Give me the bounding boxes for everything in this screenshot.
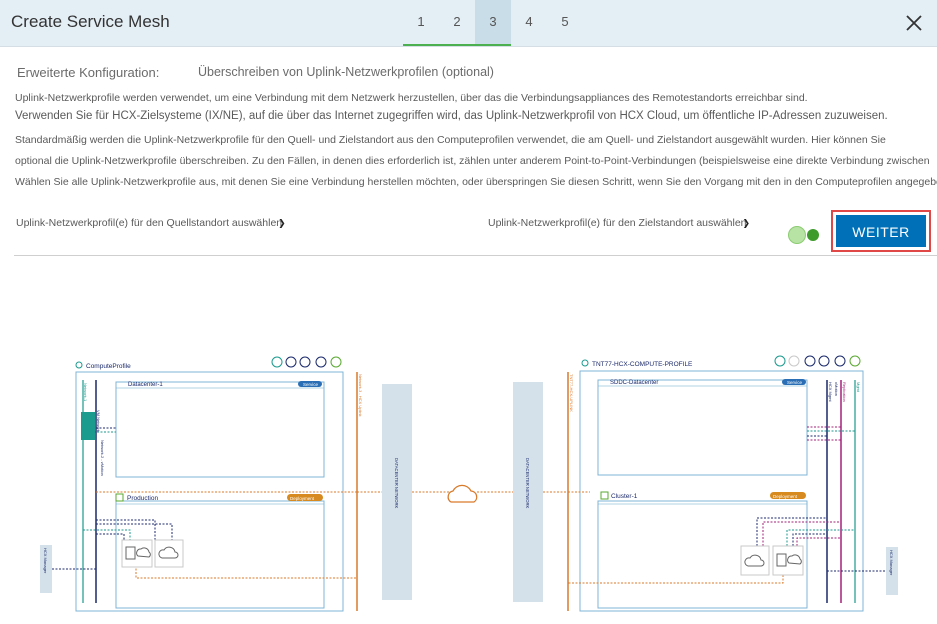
target-uplink-selector[interactable]: Uplink-Netzwerkprofil(e) für den Zielsta… — [488, 217, 750, 229]
left-net-label-2: VM Network — [96, 410, 101, 432]
description-line-3: Standardmäßig werden die Uplink-Netzwerk… — [15, 134, 886, 146]
left-net-label-4: Network-3 - HCX Uplink — [358, 374, 363, 416]
right-service-badge: Service — [787, 380, 803, 385]
step-3-active[interactable]: 3 — [475, 0, 511, 46]
right-net-label-1: TNT77-HCX-UPLINK — [569, 374, 574, 412]
target-uplink-label: Uplink-Netzwerkprofil(e) für den Zielsta… — [488, 217, 747, 229]
right-compute-profile-box — [579, 370, 864, 612]
right-net-label-3: vMotion — [834, 382, 839, 396]
next-button-highlight: WEITER — [831, 210, 931, 252]
left-net-label-1: Network-1 — [83, 383, 88, 402]
section-value: Überschreiben von Uplink-Netzwerkprofile… — [198, 65, 494, 79]
right-deployment-badge: Deployment — [773, 494, 798, 499]
chevron-down-icon: ❯ — [742, 218, 751, 228]
right-profile-label: TNT77-HCX-COMPUTE-PROFILE — [592, 361, 693, 368]
step-5[interactable]: 5 — [547, 0, 583, 46]
left-service-icons — [271, 356, 342, 368]
left-dc-network-label: DATACENTER NETWORK — [394, 458, 399, 509]
left-cluster-label: Production — [127, 495, 158, 502]
description-line-1: Uplink-Netzwerkprofile werden verwendet,… — [15, 92, 808, 104]
next-button[interactable]: WEITER — [836, 215, 926, 247]
source-uplink-label: Uplink-Netzwerkprofil(e) für den Quellst… — [16, 217, 283, 229]
right-service-icons — [774, 355, 861, 367]
right-net-label-2: HCX Mgmt — [828, 382, 833, 402]
right-net-label-5: Mgmt — [856, 382, 861, 393]
step-2[interactable]: 2 — [439, 0, 475, 46]
source-uplink-selector[interactable]: Uplink-Netzwerkprofil(e) für den Quellst… — [16, 217, 286, 229]
step-4[interactable]: 4 — [511, 0, 547, 46]
wizard-header: Create Service Mesh 1 2 3 4 5 — [0, 0, 937, 47]
left-datacenter-box — [115, 381, 325, 478]
left-service-badge: Service — [303, 382, 319, 387]
profile-icon — [581, 359, 589, 367]
profile-icon — [75, 361, 83, 369]
right-manager-label: HCX Manager — [889, 550, 894, 576]
description-line-4: optional die Uplink-Netzwerkprofile über… — [15, 155, 930, 167]
left-net-label-3: Network-2 - vMotion — [100, 440, 105, 476]
left-deployment-badge: Deployment — [290, 496, 315, 501]
right-datacenter-box — [597, 379, 808, 476]
service-mesh-diagram: ComputeProfile Datacenter-1 Service Prod… — [40, 355, 898, 612]
left-datacenter-label: Datacenter-1 — [128, 382, 163, 388]
section-label: Erweiterte Konfiguration: — [17, 65, 160, 80]
right-dc-network-label: DATACENTER NETWORK — [525, 458, 530, 509]
wizard-title: Create Service Mesh — [11, 12, 170, 31]
right-datacenter-label: SDDC-Datacenter — [610, 380, 658, 386]
status-dot-green — [807, 229, 819, 241]
left-profile-label: ComputeProfile — [86, 363, 131, 370]
step-1[interactable]: 1 — [403, 0, 439, 46]
internet-cloud-icon — [447, 484, 478, 503]
chevron-down-icon: ❯ — [278, 218, 286, 228]
divider — [14, 255, 937, 256]
description-line-2: Verwenden Sie für HCX-Zielsysteme (IX/NE… — [15, 110, 888, 122]
wizard-steps: 1 2 3 4 5 — [403, 0, 583, 46]
description-line-5: Wählen Sie alle Uplink-Netzwerkprofile a… — [15, 176, 937, 188]
right-cluster-label: Cluster-1 — [611, 493, 638, 500]
right-net-label-4: Replication — [842, 382, 847, 402]
status-dot-light — [788, 226, 806, 244]
close-icon[interactable] — [904, 13, 924, 33]
left-manager-label: HCX Manager — [43, 548, 48, 574]
